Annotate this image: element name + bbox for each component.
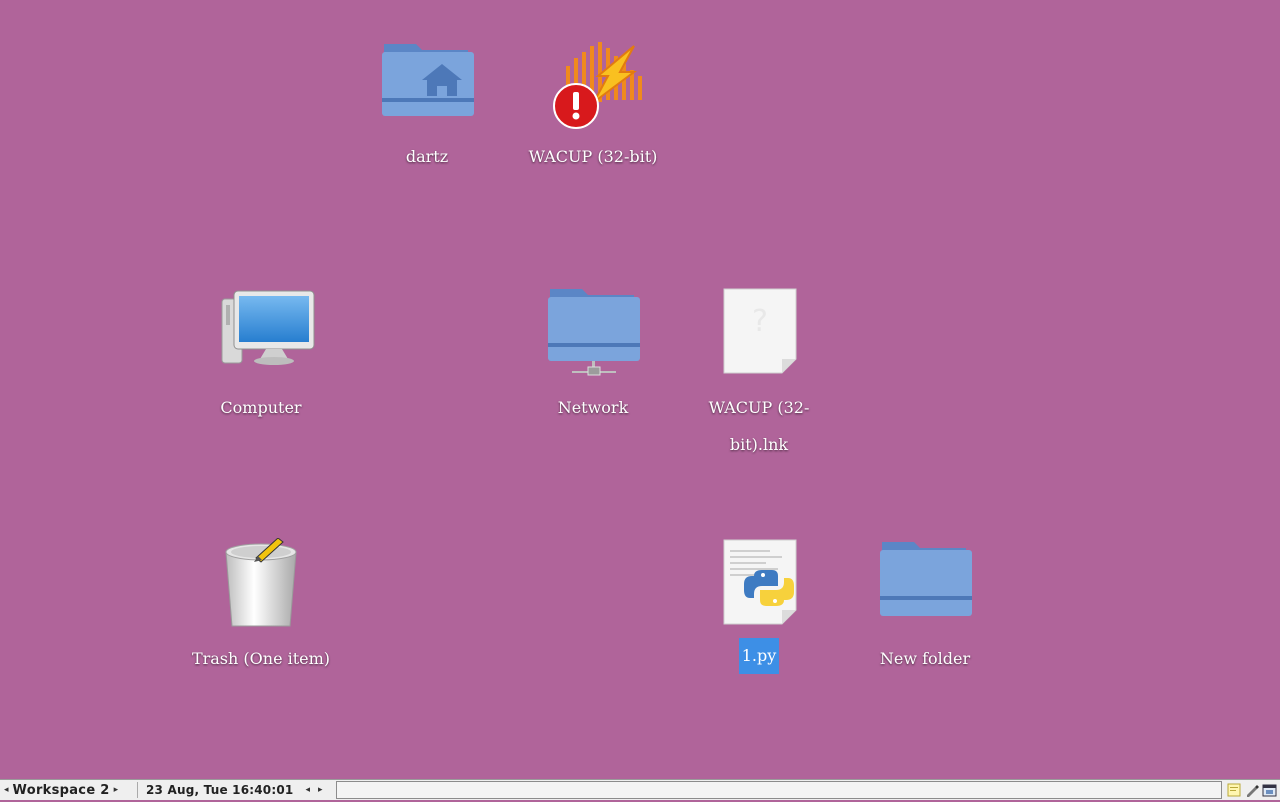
window-switch-icon[interactable] xyxy=(1262,782,1278,798)
desktop-icon-label: New folder xyxy=(879,649,971,668)
pen-icon[interactable] xyxy=(1244,782,1260,798)
desktop-icon-label: Computer xyxy=(220,398,302,417)
taskbar-divider xyxy=(137,782,138,798)
unknown-file-icon: ? xyxy=(704,287,814,383)
folder-icon xyxy=(870,538,980,634)
python-file-icon xyxy=(704,538,814,634)
desktop-icon-computer[interactable]: Computer xyxy=(186,287,336,428)
desktop-icon-label: dartz xyxy=(405,147,449,166)
desktop-icon-new-folder[interactable]: New folder xyxy=(850,538,1000,679)
clock-area[interactable]: 23 Aug, Tue 16:40:01 ◂ ▸ xyxy=(146,780,327,800)
svg-text:?: ? xyxy=(752,304,768,339)
computer-icon xyxy=(206,287,316,383)
system-tray xyxy=(1226,780,1280,800)
desktop-icon-wacup[interactable]: WACUP (32-bit) xyxy=(518,36,668,177)
workspace-label[interactable]: Workspace 2 xyxy=(13,783,110,798)
clock[interactable]: 23 Aug, Tue 16:40:01 xyxy=(146,783,293,797)
network-folder-icon xyxy=(538,287,648,383)
desktop-icon-1-py[interactable]: 1.py xyxy=(684,538,834,674)
desktop-icon-label: WACUP (32-bit).lnk xyxy=(708,398,810,454)
workspace-switcher[interactable]: ◂ Workspace 2 ▸ xyxy=(0,780,122,800)
window-list[interactable] xyxy=(336,781,1222,799)
taskbar: ◂ Workspace 2 ▸ 23 Aug, Tue 16:40:01 ◂ ▸ xyxy=(0,779,1280,800)
notes-icon[interactable] xyxy=(1226,782,1242,798)
desktop-icon-dartz[interactable]: dartz xyxy=(352,36,502,177)
desktop-icon-trash[interactable]: Trash (One item) xyxy=(186,538,336,679)
desktop-icon-label: 1.py xyxy=(738,638,780,674)
desktop-icon-label: Network xyxy=(557,398,629,417)
desktop-icon-label: WACUP (32-bit) xyxy=(528,147,658,166)
desktop-icon-label: Trash (One item) xyxy=(191,649,331,668)
desktop-icon-wacup-lnk[interactable]: ? WACUP (32-bit).lnk xyxy=(684,287,834,465)
workspace-next-arrow[interactable]: ▸ xyxy=(110,785,123,795)
desktop[interactable]: dartz WACUP (32-bit) Computer Network ? … xyxy=(0,0,1280,779)
desktop-icon-network[interactable]: Network xyxy=(518,287,668,428)
trash-full-icon xyxy=(206,538,316,634)
home-folder-icon xyxy=(372,36,482,132)
wacup-app-icon-with-error-badge xyxy=(538,36,648,132)
workspace-prev-arrow[interactable]: ◂ xyxy=(0,785,13,795)
clock-prev-arrow[interactable]: ◂ xyxy=(301,785,314,795)
clock-next-arrow[interactable]: ▸ xyxy=(314,785,327,795)
